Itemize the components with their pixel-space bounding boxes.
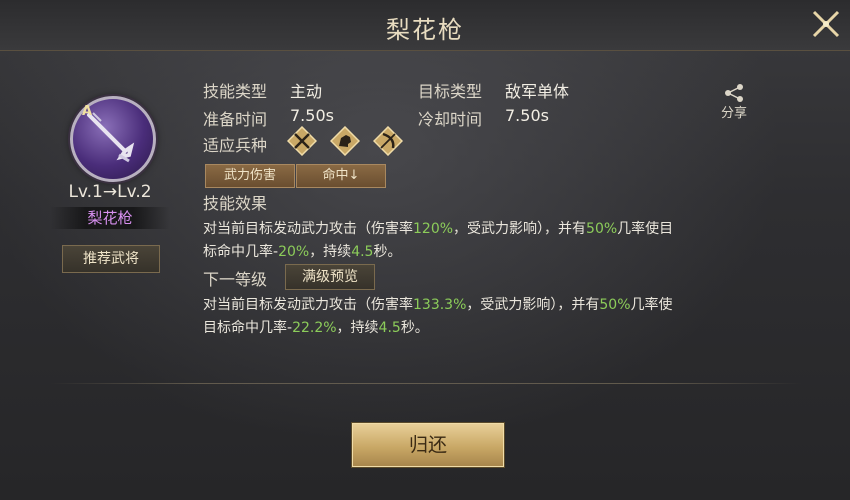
prep-time-value: 7.50s <box>290 106 334 125</box>
infantry-icon[interactable] <box>287 126 317 156</box>
skill-detail-panel: 梨花枪 A Lv.1→Lv.2 梨花枪 推荐武将 技能类型 主动 目标类型 敌军… <box>0 0 850 500</box>
share-icon[interactable] <box>714 82 754 104</box>
next-line-2: 目标命中几率-22.2%，持续4.5秒。 <box>203 320 429 336</box>
title-bar: 梨花枪 <box>0 0 850 51</box>
skill-name: 梨花枪 <box>50 207 170 229</box>
cooldown-label: 冷却时间 <box>418 110 483 129</box>
close-button[interactable] <box>808 6 844 42</box>
next-line-1: 对当前目标发动武力攻击（伤害率133.3%，受武力影响），并有50%几率使 <box>203 297 673 313</box>
max-level-preview-button[interactable]: 满级预览 <box>285 264 375 290</box>
next-level-description: 对当前目标发动武力攻击（伤害率133.3%，受武力影响），并有50%几率使 目标… <box>203 294 783 340</box>
effect-heading: 技能效果 <box>203 194 268 213</box>
cooldown-value: 7.50s <box>505 106 549 125</box>
recommend-general-button[interactable]: 推荐武将 <box>62 245 160 273</box>
effect-line-2: 标命中几率-20%，持续4.5秒。 <box>203 244 402 260</box>
tag-martial-damage: 武力伤害 <box>205 164 295 188</box>
troop-type-label: 适应兵种 <box>203 136 268 155</box>
skill-type-label: 技能类型 <box>203 82 268 101</box>
page-title: 梨花枪 <box>386 16 464 44</box>
cavalry-icon[interactable] <box>330 126 360 156</box>
target-type-value: 敌军单体 <box>505 82 570 101</box>
tag-hit-down: 命中↓ <box>296 164 386 188</box>
prep-time-label: 准备时间 <box>203 110 268 129</box>
share-label[interactable]: 分享 <box>714 102 754 121</box>
next-level-heading: 下一等级 <box>203 270 268 289</box>
archer-icon[interactable] <box>373 126 403 156</box>
effect-line-1: 对当前目标发动武力攻击（伤害率120%，受武力影响），并有50%几率使目 <box>203 221 674 237</box>
effect-description: 对当前目标发动武力攻击（伤害率120%，受武力影响），并有50%几率使目 标命中… <box>203 218 783 264</box>
divider <box>50 383 802 384</box>
skill-grade: A <box>82 104 93 119</box>
skill-type-value: 主动 <box>290 82 323 101</box>
close-icon <box>812 10 840 38</box>
level-text: Lv.1→Lv.2 <box>68 182 152 202</box>
target-type-label: 目标类型 <box>418 82 483 101</box>
return-button[interactable]: 归还 <box>352 423 504 467</box>
